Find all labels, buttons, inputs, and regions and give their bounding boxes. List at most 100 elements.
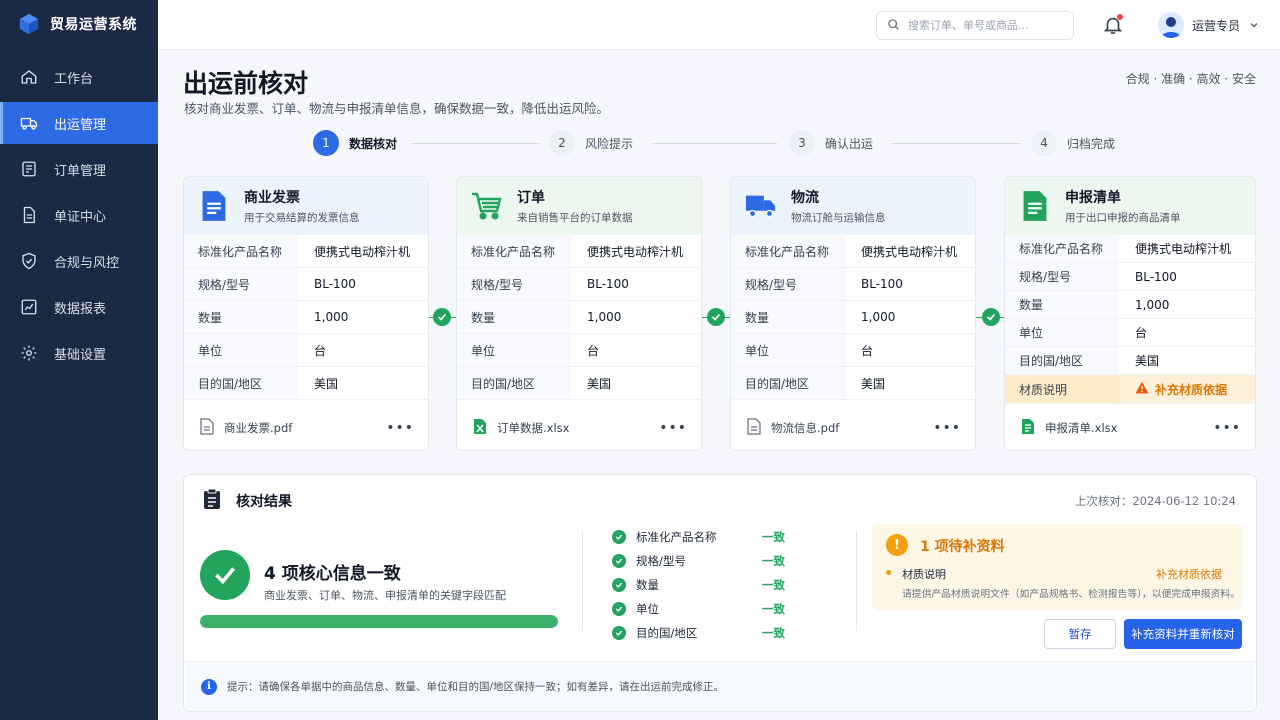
sidebar-nav: 工作台 出运管理 订单管理 单证中心 合规与风控 数据报表 基础设置	[0, 56, 158, 374]
field-value: 1,000	[587, 310, 622, 324]
match-check-icon	[982, 308, 1000, 326]
field-row: 规格/型号 BL-100	[1005, 263, 1255, 291]
submit-recheck-button[interactable]: 补充资料并重新核对	[1124, 619, 1242, 649]
sidebar-item-shipping[interactable]: 出运管理	[0, 102, 158, 144]
pdf-file-icon	[747, 418, 761, 438]
field-value: 便携式电动榨汁机	[314, 244, 411, 259]
field-row: 单位 台	[457, 334, 701, 367]
step-connector	[411, 143, 539, 144]
more-options-icon[interactable]: •••	[659, 420, 687, 436]
pending-action-link[interactable]: 补充材质依据	[1156, 566, 1222, 582]
sidebar-item-orders[interactable]: 订单管理	[0, 148, 158, 190]
check-result-panel: 核对结果 上次核对：2024-06-12 10:24 4 项核心信息一致 商业发…	[183, 474, 1257, 712]
invoice-icon	[198, 190, 230, 222]
field-value: 美国	[314, 376, 339, 391]
divider	[582, 531, 583, 631]
save-draft-button[interactable]: 暂存	[1044, 619, 1116, 649]
field-key: 单位	[731, 334, 845, 366]
chevron-down-icon	[1248, 16, 1260, 35]
more-options-icon[interactable]: •••	[933, 420, 961, 436]
excel-file-icon	[1021, 418, 1035, 438]
sidebar-item-reports[interactable]: 数据报表	[0, 286, 158, 328]
check-icon	[612, 602, 626, 616]
card-declaration-list: 申报清单 用于出口申报的商品清单 标准化产品名称 便携式电动榨汁机 规格/型号 BL…	[1004, 176, 1256, 451]
step-archive[interactable]: 4 归档完成	[1031, 130, 1115, 156]
field-key: 规格/型号	[731, 268, 845, 300]
field-value: 1,000	[1135, 297, 1170, 312]
field-value: BL-100	[587, 277, 629, 291]
page-subtitle: 核对商业发票、订单、物流与申报清单信息，确保数据一致，降低出运风险。	[184, 101, 610, 116]
field-key: 规格/型号	[457, 268, 571, 300]
field-key: 标准化产品名称	[731, 235, 845, 267]
sidebar-item-documents[interactable]: 单证中心	[0, 194, 158, 236]
field-key: 单位	[184, 334, 298, 366]
attachment-row[interactable]: 订单数据.xlsx •••	[457, 406, 701, 450]
avatar	[1158, 12, 1184, 38]
pdf-file-icon	[200, 418, 214, 438]
chart-icon	[20, 298, 38, 316]
step-number: 1	[313, 130, 339, 156]
card-title: 申报清单	[1065, 190, 1121, 206]
check-name: 标准化产品名称	[636, 530, 717, 544]
field-key: 目的国/地区	[457, 367, 571, 399]
step-number: 3	[789, 130, 815, 156]
field-value: BL-100	[861, 277, 903, 291]
user-menu[interactable]: 运营专员	[1158, 10, 1260, 40]
step-label: 归档完成	[1067, 136, 1116, 151]
check-name: 目的国/地区	[636, 626, 698, 640]
field-row: 目的国/地区 美国	[457, 367, 701, 400]
card-header: 物流 物流订舱与运输信息	[731, 177, 975, 235]
field-value-warning[interactable]: 补充材质依据	[1119, 381, 1227, 398]
field-value: 便携式电动榨汁机	[861, 244, 958, 259]
step-number: 2	[549, 130, 575, 156]
sidebar-item-compliance[interactable]: 合规与风控	[0, 240, 158, 282]
truck-icon	[20, 114, 38, 132]
order-icon	[20, 160, 38, 178]
brand[interactable]: 贸易运营系统	[0, 0, 158, 48]
success-check-icon	[200, 550, 250, 600]
check-name: 单位	[636, 602, 659, 616]
info-icon: i	[201, 678, 217, 695]
search-input[interactable]	[908, 19, 1058, 32]
field-key: 数量	[1005, 291, 1119, 318]
card-desc: 用于交易结算的发票信息	[244, 212, 360, 224]
pending-note: 请提供产品材质说明文件（如产品规格书、检测报告等），以便完成申报资料。	[902, 589, 1240, 600]
declaration-icon	[1019, 190, 1051, 222]
field-key: 数量	[184, 301, 298, 333]
step-confirm-shipping[interactable]: 3 确认出运	[789, 130, 873, 156]
attachment-row[interactable]: 商业发票.pdf •••	[184, 406, 428, 450]
field-row: 规格/型号 BL-100	[184, 268, 428, 301]
attachment-name: 申报清单.xlsx	[1045, 421, 1118, 435]
divider	[856, 531, 857, 631]
field-key: 数量	[731, 301, 845, 333]
attachment-name: 物流信息.pdf	[771, 421, 840, 435]
attachment-row[interactable]: 申报清单.xlsx •••	[1005, 406, 1255, 450]
more-options-icon[interactable]: •••	[386, 420, 414, 436]
attachment-row[interactable]: 物流信息.pdf •••	[731, 406, 975, 450]
step-connector	[891, 143, 1021, 144]
card-order: 订单 来自销售平台的订单数据 标准化产品名称 便携式电动榨汁机 规格/型号 BL-1…	[456, 176, 702, 451]
step-risk-alert[interactable]: 2 风险提示	[549, 130, 633, 156]
exclamation-icon: !	[886, 534, 908, 556]
field-row: 标准化产品名称 便携式电动榨汁机	[1005, 235, 1255, 263]
document-icon	[20, 206, 38, 224]
step-label: 确认出运	[825, 136, 874, 151]
field-row: 目的国/地区 美国	[1005, 347, 1255, 375]
sidebar-item-settings[interactable]: 基础设置	[0, 332, 158, 374]
sidebar-item-workbench[interactable]: 工作台	[0, 56, 158, 98]
card-fields: 标准化产品名称 便携式电动榨汁机 规格/型号 BL-100 数量 1,000 单位台 …	[184, 235, 428, 400]
match-progress-bar	[200, 615, 558, 628]
search-box[interactable]	[876, 11, 1074, 40]
field-key: 标准化产品名称	[1005, 235, 1119, 262]
step-data-check[interactable]: 1 数据核对	[313, 130, 397, 156]
notification-button[interactable]	[1102, 14, 1124, 36]
field-key: 单位	[1005, 319, 1119, 346]
more-options-icon[interactable]: •••	[1213, 420, 1241, 436]
card-title: 商业发票	[244, 190, 300, 206]
sidebar-item-label: 基础设置	[54, 347, 107, 363]
field-row: 规格/型号 BL-100	[731, 268, 975, 301]
value-tags: 合规 · 准确 · 高效 · 安全	[1125, 72, 1256, 86]
check-row: 目的国/地区 一致	[612, 621, 792, 645]
field-key: 规格/型号	[184, 268, 298, 300]
step-connector	[653, 143, 777, 144]
